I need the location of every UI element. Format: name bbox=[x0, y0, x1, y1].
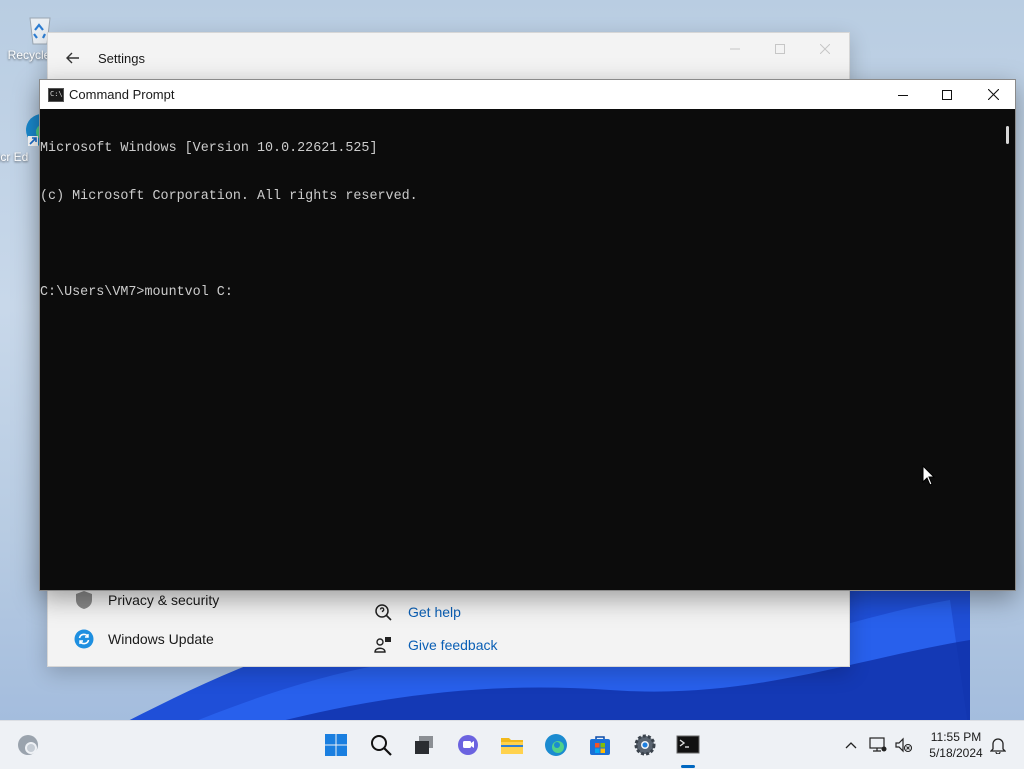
vertical-scrollbar[interactable] bbox=[1000, 109, 1015, 590]
console-output[interactable]: Microsoft Windows [Version 10.0.22621.52… bbox=[40, 109, 1000, 590]
get-help-label: Get help bbox=[408, 604, 461, 620]
console-line: C:\Users\VM7>mountvol C: bbox=[40, 285, 233, 300]
settings-title: Settings bbox=[98, 51, 145, 66]
clock-time: 11:55 PM bbox=[930, 730, 982, 744]
cmd-app-icon: C:\ bbox=[48, 88, 64, 102]
edge-icon[interactable] bbox=[542, 731, 570, 759]
minimize-icon[interactable] bbox=[880, 80, 926, 109]
nav-item-windows-update[interactable]: Windows Update bbox=[74, 629, 214, 649]
close-icon[interactable] bbox=[970, 80, 1016, 109]
shield-icon bbox=[74, 590, 94, 610]
update-icon bbox=[74, 629, 94, 649]
maximize-icon[interactable] bbox=[924, 80, 970, 109]
system-clock[interactable]: 11:55 PM 5/18/2024 bbox=[918, 729, 994, 761]
store-icon[interactable] bbox=[586, 731, 614, 759]
console-line: Microsoft Windows [Version 10.0.22621.52… bbox=[40, 141, 378, 156]
mouse-cursor-icon bbox=[922, 465, 936, 486]
terminal-icon[interactable] bbox=[674, 731, 702, 759]
chevron-up-icon[interactable] bbox=[840, 721, 862, 769]
volume-muted-icon[interactable] bbox=[893, 721, 915, 769]
nav-item-label: Windows Update bbox=[108, 631, 214, 647]
command-prompt-window[interactable]: C:\ Command Prompt Microsoft Windows [Ve… bbox=[39, 79, 1016, 591]
settings-gear-icon[interactable] bbox=[631, 731, 659, 759]
close-icon[interactable] bbox=[802, 33, 848, 65]
scrollbar-thumb[interactable] bbox=[1006, 126, 1009, 144]
taskbar[interactable]: 11:55 PM 5/18/2024 bbox=[0, 720, 1024, 769]
chat-icon[interactable] bbox=[454, 731, 482, 759]
task-view-icon[interactable] bbox=[410, 731, 438, 759]
cmd-titlebar[interactable]: C:\ Command Prompt bbox=[40, 80, 1015, 109]
maximize-icon[interactable] bbox=[757, 33, 803, 65]
widgets-icon[interactable] bbox=[14, 731, 42, 759]
settings-titlebar[interactable]: Settings bbox=[48, 33, 849, 83]
clock-date: 5/18/2024 bbox=[929, 746, 983, 760]
help-icon bbox=[374, 603, 392, 621]
minimize-icon[interactable] bbox=[712, 33, 758, 65]
windows-start-icon[interactable] bbox=[322, 731, 350, 759]
search-icon[interactable] bbox=[367, 731, 395, 759]
desktop-icon-label: Micr Ed bbox=[0, 150, 29, 164]
back-arrow-icon[interactable] bbox=[62, 47, 84, 69]
cmd-title: Command Prompt bbox=[69, 87, 175, 102]
give-feedback-label: Give feedback bbox=[408, 637, 498, 653]
get-help-link[interactable]: Get help bbox=[374, 603, 461, 621]
console-line: (c) Microsoft Corporation. All rights re… bbox=[40, 189, 418, 204]
file-explorer-icon[interactable] bbox=[498, 731, 526, 759]
network-icon[interactable] bbox=[867, 721, 889, 769]
give-feedback-link[interactable]: Give feedback bbox=[374, 636, 498, 654]
feedback-icon bbox=[374, 636, 392, 654]
notification-bell-icon[interactable] bbox=[988, 721, 1008, 769]
nav-item-label: Privacy & security bbox=[108, 592, 220, 608]
nav-item-privacy-security[interactable]: Privacy & security bbox=[74, 590, 219, 610]
